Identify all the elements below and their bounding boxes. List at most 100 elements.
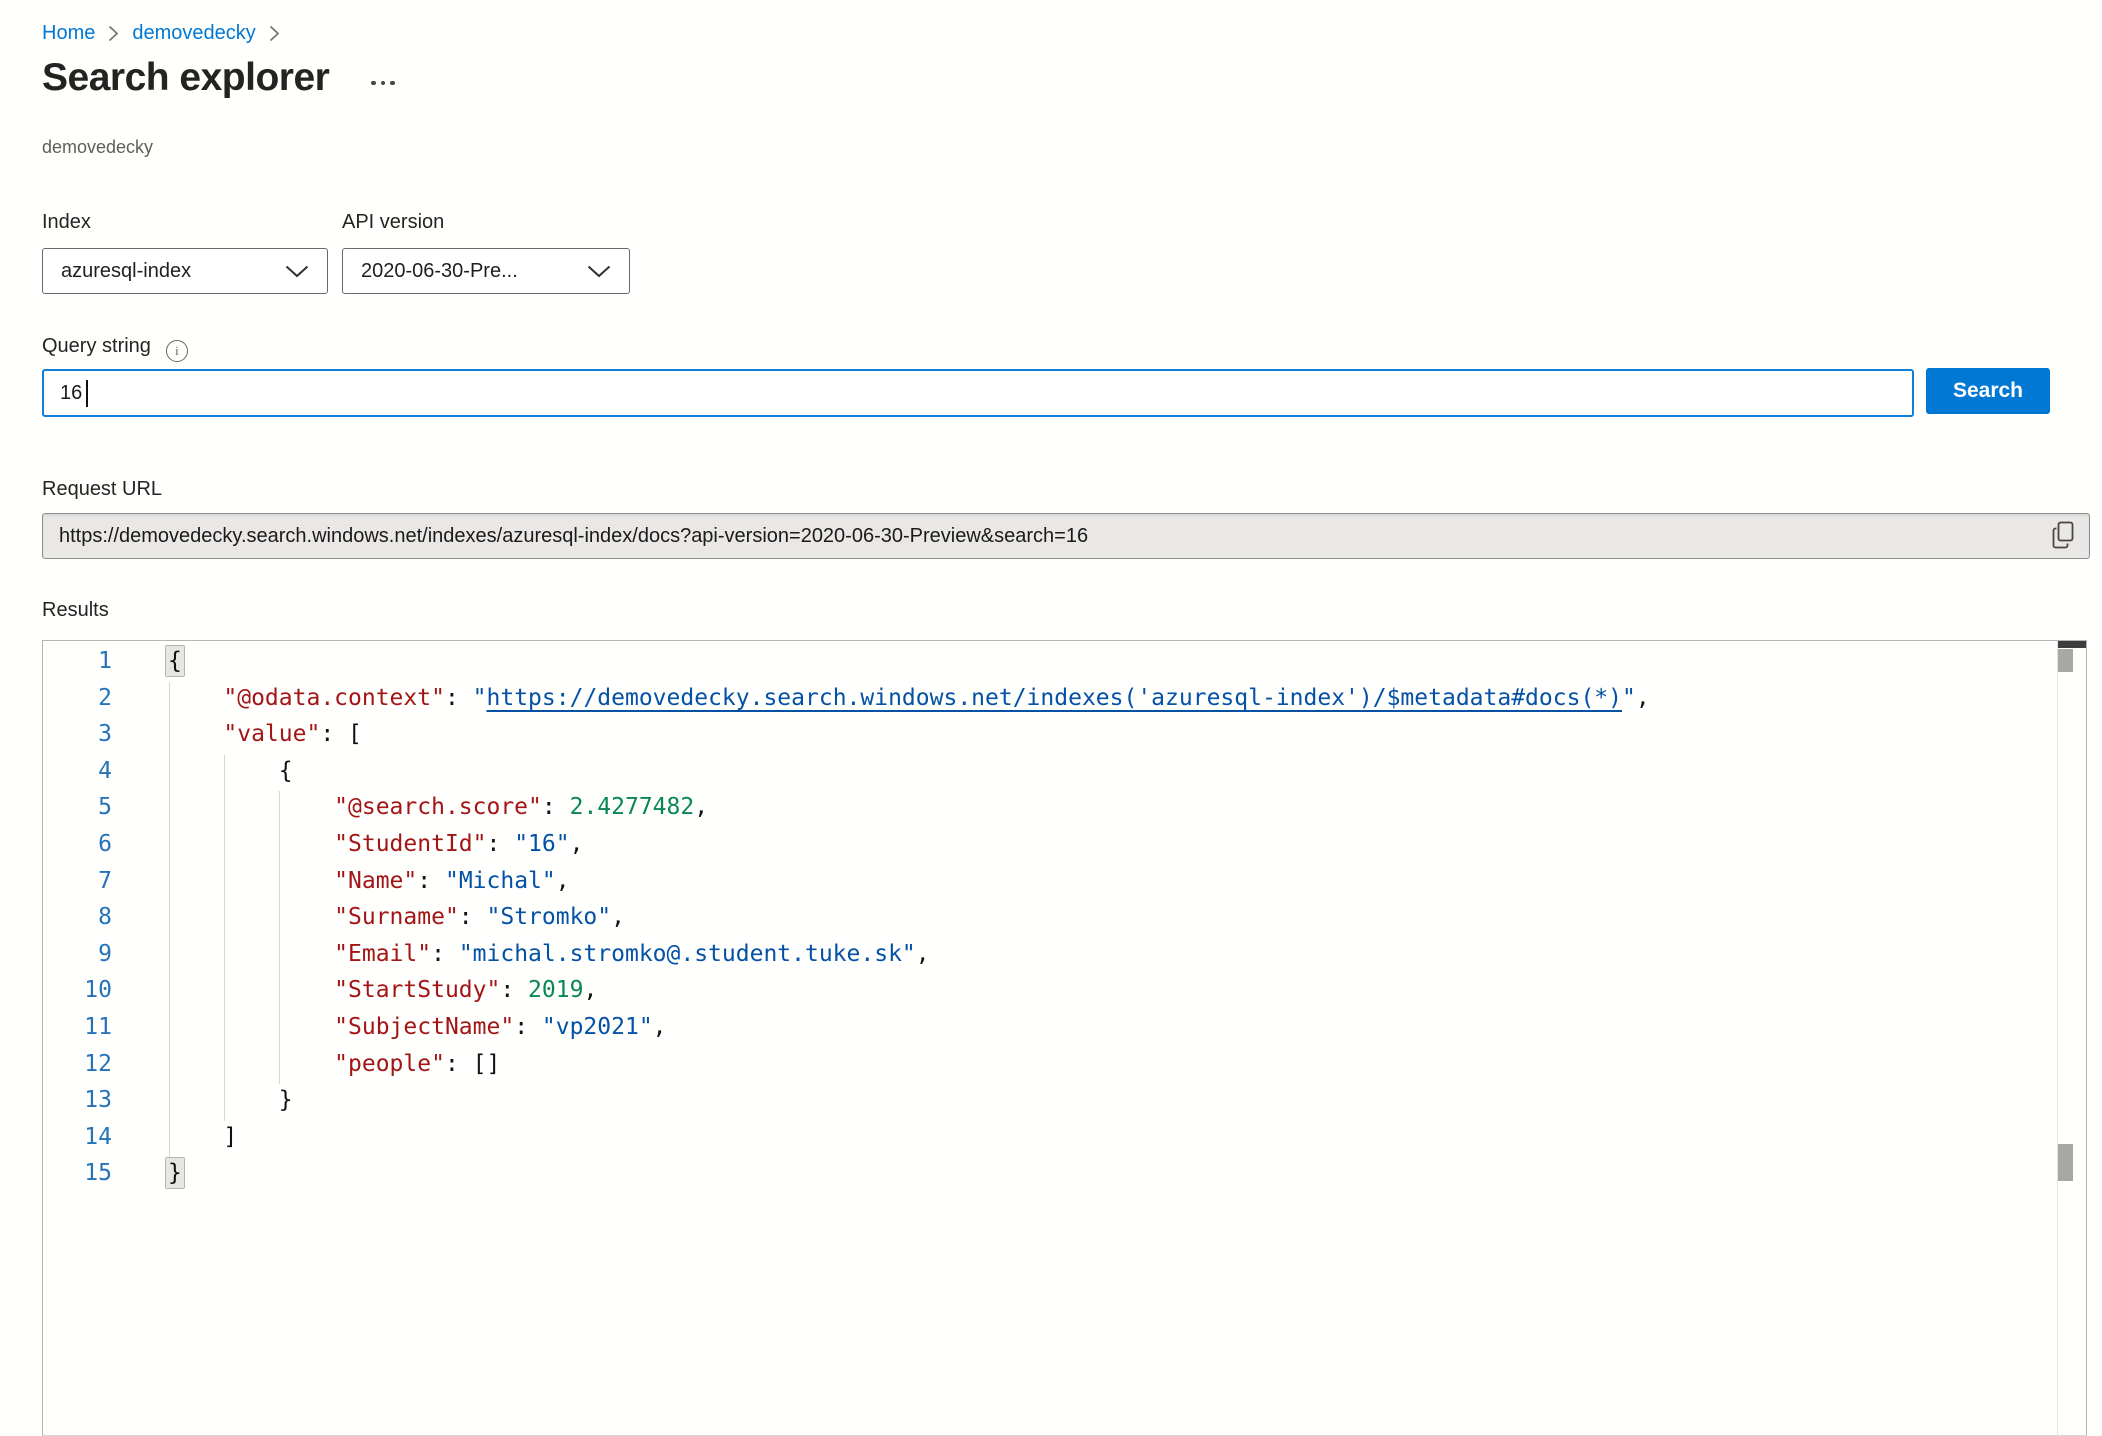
line-number: 4 (43, 753, 168, 790)
code-line: "StartStudy": 2019, (168, 972, 2057, 1009)
query-string-input[interactable] (42, 369, 1914, 417)
api-version-dropdown[interactable]: 2020-06-30-Pre... (342, 248, 630, 294)
code-token: "Email" (334, 941, 431, 967)
search-button[interactable]: Search (1926, 368, 2050, 414)
line-number: 8 (43, 899, 168, 936)
breadcrumb: Home demovedecky (42, 22, 293, 45)
chevron-down-icon (587, 265, 611, 278)
editor-viewport: 123456789101112131415 { "@odata.context"… (43, 641, 2057, 1435)
code-token (168, 904, 334, 930)
code-token: "@odata.context" (223, 685, 445, 711)
results-label: Results (42, 599, 109, 622)
code-line: "Name": "Michal", (168, 863, 2057, 900)
code-line: { (168, 753, 2057, 790)
request-url-label: Request URL (42, 478, 162, 501)
page-subtitle: demovedecky (42, 137, 153, 158)
code-token: : (445, 685, 473, 711)
copy-icon (2052, 537, 2076, 552)
title-row: Search explorer (42, 56, 395, 100)
code-token: : [ (320, 721, 362, 747)
code-token: , (653, 1014, 667, 1040)
line-numbers: 123456789101112131415 (43, 643, 168, 1192)
line-number: 9 (43, 936, 168, 973)
line-number: 13 (43, 1082, 168, 1119)
code-token (168, 941, 334, 967)
code-token: " (1622, 685, 1636, 711)
code-token: 2019 (528, 977, 583, 1003)
code-token (168, 794, 334, 820)
code-token: { (166, 646, 184, 676)
code-token: "value" (223, 721, 320, 747)
code-token (168, 1051, 334, 1077)
line-number: 12 (43, 1046, 168, 1083)
request-url-input[interactable] (42, 513, 2090, 559)
code-token: , (916, 941, 930, 967)
breadcrumb-link-service[interactable]: demovedecky (132, 22, 255, 45)
line-number: 6 (43, 826, 168, 863)
index-dropdown-value: azuresql-index (61, 260, 191, 283)
info-icon[interactable]: i (166, 340, 188, 362)
code-token: , (583, 977, 597, 1003)
code-token (168, 685, 223, 711)
code-line: "Email": "michal.stromko@.student.tuke.s… (168, 936, 2057, 973)
code-token: "Michal" (445, 868, 556, 894)
ellipsis-dot (371, 81, 376, 86)
more-options-button[interactable] (371, 81, 395, 86)
line-number: 3 (43, 716, 168, 753)
indent-guide (169, 682, 170, 1158)
code-token: "vp2021" (542, 1014, 653, 1040)
scrollbar-thumb[interactable] (2058, 649, 2073, 672)
index-dropdown[interactable]: azuresql-index (42, 248, 328, 294)
code-line: "@odata.context": "https://demovedecky.s… (168, 680, 2057, 717)
code-token: } (166, 1158, 184, 1188)
line-number: 7 (43, 863, 168, 900)
line-number: 11 (43, 1009, 168, 1046)
code-token: : (487, 831, 515, 857)
code-token: "SubjectName" (334, 1014, 514, 1040)
code-token: } (168, 1087, 293, 1113)
text-caret (86, 380, 88, 407)
code-token: : (514, 1014, 542, 1040)
copy-button[interactable] (2048, 521, 2080, 551)
code-token: "Stromko" (487, 904, 612, 930)
code-token: { (168, 758, 293, 784)
chevron-down-icon (285, 265, 309, 278)
code-token: "people" (334, 1051, 445, 1077)
code-token: , (570, 831, 584, 857)
ellipsis-dot (390, 81, 395, 86)
page-title: Search explorer (42, 56, 329, 100)
line-number: 15 (43, 1155, 168, 1192)
code-line: ] (168, 1119, 2057, 1156)
breadcrumb-link-home[interactable]: Home (42, 22, 95, 45)
code-line: "@search.score": 2.4277482, (168, 789, 2057, 826)
code-token (168, 868, 334, 894)
code-token (168, 831, 334, 857)
code-token: : (500, 977, 528, 1003)
code-token: : [] (445, 1051, 500, 1077)
line-number: 2 (43, 680, 168, 717)
code-token: "16" (514, 831, 569, 857)
code-token: "@search.score" (334, 794, 542, 820)
code-token (168, 977, 334, 1003)
query-string-label: Query string (42, 335, 151, 357)
code-line: "SubjectName": "vp2021", (168, 1009, 2057, 1046)
code-token: "StartStudy" (334, 977, 500, 1003)
chevron-right-icon (108, 25, 119, 42)
code-token: : (459, 904, 487, 930)
code-line: { (168, 643, 2057, 680)
code-token (168, 1014, 334, 1040)
code-token: "michal.stromko@.student.tuke.sk" (459, 941, 916, 967)
code-token (168, 721, 223, 747)
code-link[interactable]: https://demovedecky.search.windows.net/i… (487, 685, 1622, 711)
query-string-label-row: Query string i (42, 335, 188, 362)
editor-scrollbar (2057, 641, 2086, 1435)
code-line: "Surname": "Stromko", (168, 899, 2057, 936)
line-number: 10 (43, 972, 168, 1009)
code-lines[interactable]: { "@odata.context": "https://demovedecky… (168, 643, 2057, 1435)
overview-ruler-bracket-mark (2058, 1144, 2073, 1181)
code-line: "StudentId": "16", (168, 826, 2057, 863)
index-label: Index (42, 211, 91, 234)
code-line: "value": [ (168, 716, 2057, 753)
code-token: "StudentId" (334, 831, 486, 857)
code-token: : (417, 868, 445, 894)
